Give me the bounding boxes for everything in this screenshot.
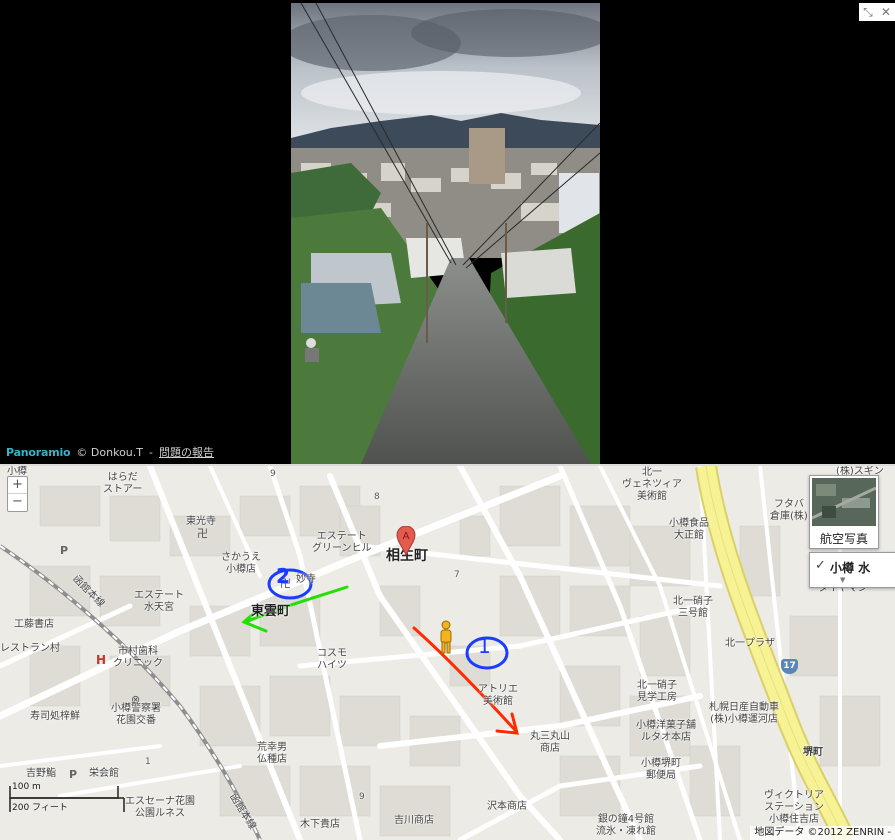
map-label: 妙寺 xyxy=(296,574,316,585)
map-label: レストラン村 xyxy=(0,643,60,654)
map-label: 小樽警察署 花園交番 xyxy=(111,703,161,726)
map-label: フタバ 倉庫(株) xyxy=(770,499,808,522)
map-label: 小樽食品 大正館 xyxy=(669,518,709,541)
map-label: 小樽洋菓子舗 ルタオ本店 xyxy=(636,720,696,743)
photo-image xyxy=(291,3,600,464)
map-label: 7 xyxy=(454,570,460,580)
map-label: 北一硝子 三号館 xyxy=(673,596,713,619)
map-data-copyright[interactable]: 地図データ ©2012 ZENRIN - xyxy=(750,826,895,840)
shrink-icon[interactable]: ⤡ xyxy=(863,3,873,21)
map-label: 小樽堺町 郵便局 xyxy=(641,758,681,781)
annotation-number-1: 1 xyxy=(478,634,491,658)
map-label: 9 xyxy=(270,469,276,479)
attribution-separator: - xyxy=(149,445,153,459)
map-label: アトリエ 美術館 xyxy=(478,684,518,707)
map-label: ヴィクトリア ステーション 小樽住吉店 xyxy=(764,790,824,825)
panoramio-logo[interactable]: Panoramio xyxy=(6,446,71,459)
close-icon[interactable]: ✕ xyxy=(881,3,891,21)
viewer-window-controls: ⤡ ✕ xyxy=(859,3,895,21)
map-label: 北一硝子 見学工房 xyxy=(637,680,677,703)
svg-text:P: P xyxy=(69,768,77,781)
map-label: コスモ ハイツ xyxy=(317,648,347,671)
map-label: 札幌日産自動車 (株)小樽運河店 xyxy=(709,702,779,725)
scale-bar: 100 m 200 フィート xyxy=(6,782,126,814)
map-label: 吉野鮨 xyxy=(26,768,56,779)
map-label: 沢本商店 xyxy=(487,801,527,812)
checkmark-icon: ✓ xyxy=(815,558,826,573)
zoom-in-button[interactable]: + xyxy=(8,477,27,493)
map-label: 工藤書店 xyxy=(14,619,54,630)
aerial-thumbnail xyxy=(812,478,876,526)
photo-credit: © Donkou.T xyxy=(76,445,143,459)
map-label: エステート グリーンヒル xyxy=(312,531,372,554)
zoom-out-button[interactable]: − xyxy=(8,493,27,510)
svg-text:H: H xyxy=(96,653,106,667)
map-label: 吉川商店 xyxy=(394,815,434,826)
map-label: 栄会館 xyxy=(89,768,119,779)
map-label: 1 xyxy=(145,757,151,767)
map-label: 9 xyxy=(359,792,365,802)
report-problem-link[interactable]: 問題の報告 xyxy=(159,444,214,460)
map-label-shinonome-cho: 東雲町 xyxy=(251,604,291,619)
map-label: 市村歯科 クリニック xyxy=(113,646,163,669)
photo-attribution: Panoramio © Donkou.T - 問題の報告 xyxy=(6,444,214,460)
route-17-shield: 17 xyxy=(781,659,798,674)
annotation-number-2: 2 xyxy=(276,564,290,588)
map-label: エステート 水天宮 xyxy=(134,590,184,613)
svg-text:P: P xyxy=(60,544,68,557)
map-label: さかうえ 小樽店 xyxy=(221,552,261,575)
aerial-photo-label: 航空写真 xyxy=(819,532,868,546)
map-label: 堺町 xyxy=(803,747,823,758)
panoramio-photo[interactable] xyxy=(291,3,600,464)
layer-dropdown-label: 小樽 水 xyxy=(830,561,871,575)
street-view-pegman-icon[interactable] xyxy=(437,620,455,656)
zoom-control: + − xyxy=(7,476,28,512)
map-label: 寿司処梓鮮 xyxy=(30,711,80,722)
map-label: 丸三丸山 商店 xyxy=(530,731,570,754)
map-label: 木下貴店 xyxy=(300,819,340,830)
map-view[interactable]: 卍 卍 P P H ⊗ 2 1 はらだ ストアー 東光寺 エステート グリーンヒ… xyxy=(0,466,895,840)
map-label: 東光寺 xyxy=(186,516,216,527)
map-label: 北一プラザ xyxy=(725,638,775,649)
svg-text:卍: 卍 xyxy=(197,527,208,540)
map-label: はらだ ストアー xyxy=(103,472,143,495)
map-label: 銀の鐘4号館 流氷・凍れ館 xyxy=(596,814,656,837)
chevron-down-icon: ▼ xyxy=(840,576,846,584)
aerial-photo-toggle[interactable]: 航空写真 xyxy=(809,475,879,549)
map-label: 北一 ヴェネツィア 美術館 xyxy=(622,467,682,502)
map-label: 8 xyxy=(374,492,380,502)
map-label: 荒幸男 仏種店 xyxy=(257,742,287,765)
svg-text:A: A xyxy=(403,531,410,542)
scale-imperial: 200 フィート xyxy=(12,803,68,813)
location-marker-a[interactable]: A xyxy=(396,525,416,557)
scale-metric: 100 m xyxy=(12,782,41,792)
photo-viewer: ⤡ ✕ Panoramio © Donkou.T - 問題の報告 xyxy=(0,0,895,464)
map-label: エスセーナ花園 公園ルネス xyxy=(125,796,195,819)
layer-dropdown[interactable]: ✓ 小樽 水 ▼ xyxy=(809,552,895,588)
